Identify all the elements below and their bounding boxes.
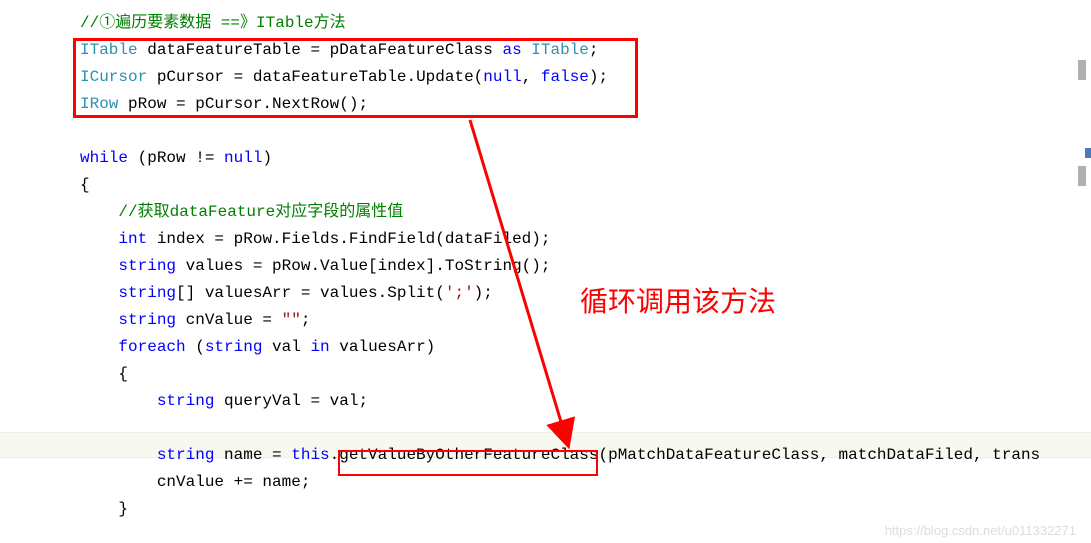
code-comment: //①遍历要素数据 ==》ITable方法 [80,14,346,32]
code-type: ICursor [80,68,147,86]
marker-icon [1085,148,1091,158]
code-keyword: while [80,149,128,167]
code-comment: //获取dataFeature对应字段的属性值 [80,203,403,221]
marker-icon [1078,166,1086,186]
editor-markers [1073,0,1091,543]
watermark: https://blog.csdn.net/u011332271 [885,523,1076,538]
code-editor[interactable]: //①遍历要素数据 ==》ITable方法 ITable dataFeature… [0,0,1091,523]
code-type: IRow [80,95,118,113]
annotation-label: 循环调用该方法 [580,280,776,320]
marker-icon [1078,60,1086,80]
code-type: ITable [80,41,138,59]
